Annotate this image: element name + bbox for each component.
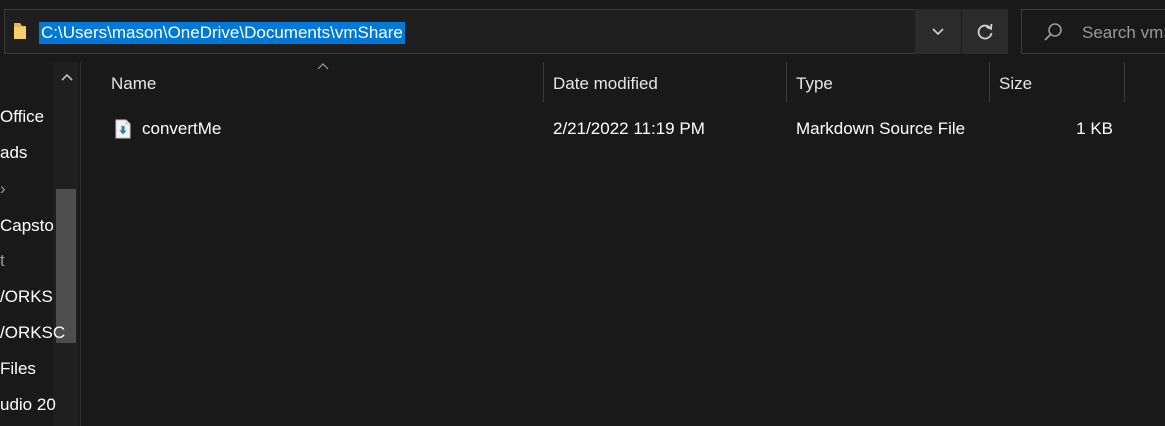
nav-item[interactable]: › (0, 174, 6, 204)
column-header-date-modified[interactable]: Date modified (553, 62, 658, 102)
address-bar[interactable]: C:\Users\mason\OneDrive\Documents\vmShar… (4, 9, 961, 54)
search-icon (1044, 23, 1062, 41)
scroll-up-icon[interactable] (58, 68, 76, 86)
column-separator[interactable] (543, 62, 544, 102)
file-type: Markdown Source File (796, 119, 966, 138)
nav-item[interactable]: /ORKS (0, 282, 53, 312)
refresh-icon (977, 23, 993, 39)
nav-item[interactable]: /ORKSC (0, 318, 65, 348)
file-list: Name Date modified Type Size convertMe 2… (81, 62, 1165, 426)
markdown-file-icon (115, 119, 131, 139)
search-input[interactable]: Search vmS (1082, 22, 1165, 44)
column-header-type[interactable]: Type (796, 62, 833, 102)
folder-icon (14, 23, 26, 39)
file-name: convertMe (142, 119, 222, 138)
nav-item[interactable]: udio 20 (0, 390, 56, 420)
file-row[interactable]: convertMe 2/21/2022 11:19 PM Markdown So… (81, 110, 1165, 148)
column-header-name[interactable]: Name (111, 62, 156, 102)
column-header-size[interactable]: Size (999, 62, 1032, 102)
nav-item[interactable]: Files (0, 354, 36, 384)
address-dropdown-button[interactable] (915, 9, 961, 54)
column-separator[interactable] (786, 62, 787, 102)
chevron-down-icon (932, 27, 944, 35)
search-box[interactable]: Search vmS (1021, 9, 1165, 54)
nav-item[interactable]: ads (0, 138, 27, 168)
nav-item[interactable]: Office (0, 102, 44, 132)
nav-item[interactable]: Capsto (0, 211, 54, 241)
refresh-button[interactable] (962, 9, 1008, 54)
top-bar: C:\Users\mason\OneDrive\Documents\vmShar… (0, 0, 1165, 62)
file-size: 1 KB (1076, 119, 1113, 138)
file-date-modified: 2/21/2022 11:19 PM (553, 119, 705, 138)
navigation-pane: Office ads › Capsto t /ORKS /ORKSC Files… (0, 62, 80, 426)
column-separator[interactable] (1124, 62, 1125, 102)
column-separator[interactable] (989, 62, 990, 102)
address-path[interactable]: C:\Users\mason\OneDrive\Documents\vmShar… (39, 22, 405, 44)
sort-ascending-icon (317, 63, 329, 70)
nav-item[interactable]: t (0, 246, 5, 276)
